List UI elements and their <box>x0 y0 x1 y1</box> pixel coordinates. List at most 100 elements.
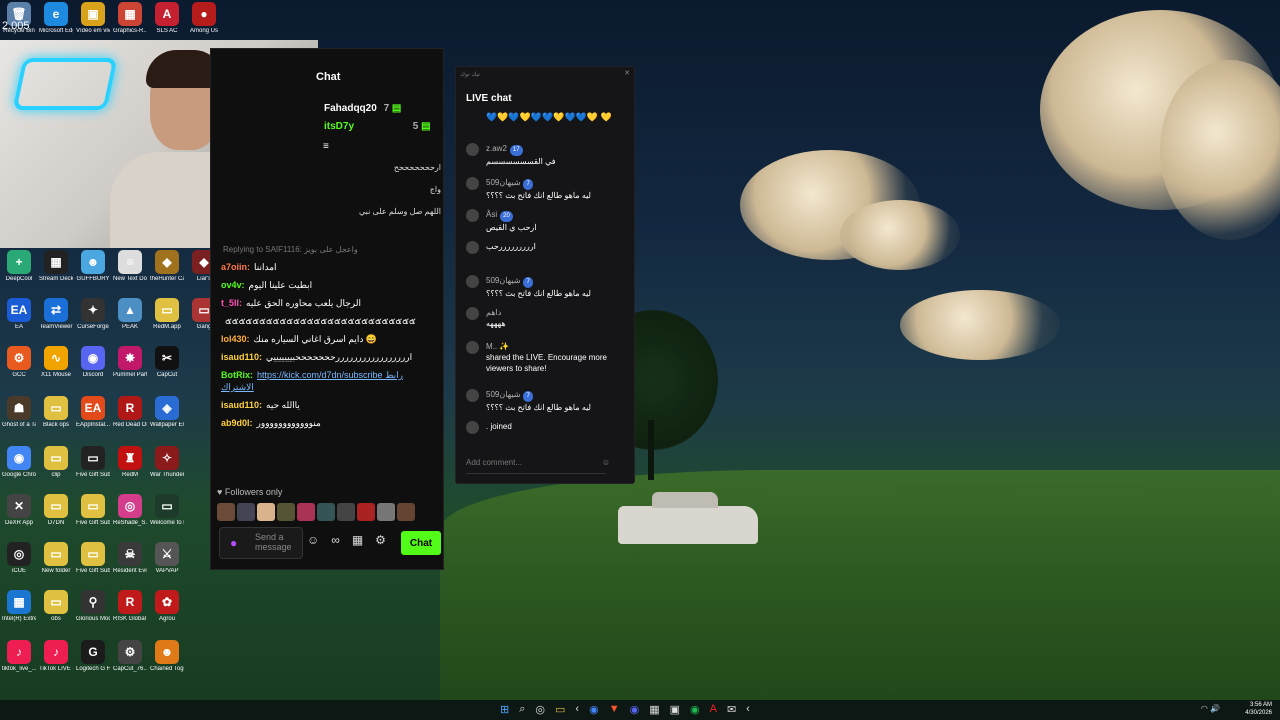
desktop-icon[interactable]: ◎ iCUE <box>2 542 36 575</box>
desktop-icon[interactable]: ◉ Discord <box>76 346 110 379</box>
chat-username[interactable]: lol430: <box>221 334 250 344</box>
filter-icon[interactable]: ≡ <box>323 141 329 152</box>
emoji-icon[interactable]: ☺ <box>602 453 610 473</box>
desktop-icon[interactable]: G Logitech G HUB <box>76 640 110 673</box>
desktop-icon[interactable]: ◈ Wallpaper Engine <box>150 396 184 429</box>
avatar[interactable] <box>397 503 415 521</box>
avatar[interactable] <box>466 307 479 320</box>
kick-message-input[interactable]: ● Send a message <box>219 527 303 559</box>
avatar[interactable] <box>466 241 479 254</box>
desktop-icon[interactable]: ✦ CurseForge <box>76 298 110 331</box>
avatar[interactable] <box>357 503 375 521</box>
desktop-icon[interactable]: ▭ RedM.app <box>150 298 184 331</box>
taskview-icon[interactable]: ▣ <box>670 703 680 716</box>
desktop-icon[interactable]: ✕ DeXR App <box>2 494 36 527</box>
desktop-icon[interactable]: ✧ War Thunder <box>150 446 184 479</box>
avatar[interactable] <box>297 503 315 521</box>
chat-username[interactable]: a7oiin: <box>221 262 250 272</box>
avatar[interactable] <box>377 503 395 521</box>
avatar[interactable] <box>466 341 479 354</box>
avatar[interactable] <box>317 503 335 521</box>
desktop-icon[interactable]: ☻ GUFFBURY <box>76 250 110 283</box>
adobe-icon[interactable]: A <box>710 703 717 716</box>
chat-username[interactable]: M.. ✨ <box>486 342 509 351</box>
avatar[interactable] <box>337 503 355 521</box>
desktop-icon[interactable]: ⚙ CapCut_76... <box>113 640 147 673</box>
desktop-icon[interactable]: ▭ obs <box>39 590 73 623</box>
avatar[interactable] <box>466 275 479 288</box>
chat-username[interactable]: ov4v: <box>221 280 245 290</box>
taskbar-clock[interactable]: 3:56 AM 4/30/2026 <box>1245 701 1272 717</box>
chat-username[interactable]: z.aw2 <box>486 144 507 153</box>
desktop-icon[interactable]: ∿ X11 Mouse <box>39 346 73 379</box>
desktop-icon[interactable]: A SLS AC <box>150 2 184 35</box>
desktop-icon[interactable]: ▦ Intel(R) Extre... <box>2 590 36 623</box>
avatar[interactable] <box>217 503 235 521</box>
desktop-icon[interactable]: R Red Dead Online <box>113 396 147 429</box>
microphone-icon[interactable]: ● <box>230 536 237 550</box>
desktop-icon[interactable]: ▭ D7DN <box>39 494 73 527</box>
chat-username[interactable]: داهم <box>486 308 501 317</box>
search-icon[interactable]: ⌕ <box>519 703 525 716</box>
desktop-icon[interactable]: ● Among Us <box>187 2 221 35</box>
close-icon[interactable]: ✕ <box>624 69 630 77</box>
desktop-icon[interactable]: ♪ tiktok_live_... <box>2 640 36 673</box>
desktop-icon[interactable]: ◆ theHunter Call of t... <box>150 250 184 283</box>
send-chat-button[interactable]: Chat <box>401 531 441 555</box>
desktop-icon[interactable]: ▭ Black ops <box>39 396 73 429</box>
desktop-icon[interactable]: ⚙ GCC <box>2 346 36 379</box>
volume-icon[interactable]: 🔊 <box>1210 704 1220 713</box>
desktop-icon[interactable]: ◎ ReShade_S... <box>113 494 147 527</box>
emote-icon[interactable]: ☺ <box>307 533 319 547</box>
avatar[interactable] <box>466 177 479 190</box>
desktop-icon[interactable]: ▣ Vídeo em vivo <box>76 2 110 35</box>
arrow2-icon[interactable]: ‹ <box>746 703 750 716</box>
desktop-icon[interactable]: R RISK Global Domination <box>113 590 147 623</box>
add-comment-input[interactable]: Add comment... ☺ <box>466 453 610 474</box>
desktop-icon[interactable]: ☻ Chained Together <box>150 640 184 673</box>
file-explorer-icon[interactable]: ▭ <box>555 703 565 716</box>
windows-logo-icon[interactable]: ⊞ <box>500 703 509 716</box>
avatar[interactable] <box>466 143 479 156</box>
desktop-icon[interactable]: ◉ Google Chrome <box>2 446 36 479</box>
avatar[interactable] <box>277 503 295 521</box>
brave-icon[interactable]: ▼ <box>609 703 620 716</box>
desktop-icon[interactable]: ▭ Five Gift Subs-2025 <box>76 542 110 575</box>
desktop-icon[interactable]: ☗ Ghost of a Tale <box>2 396 36 429</box>
avatar[interactable] <box>257 503 275 521</box>
desktop-icon[interactable]: ▦ Stream Deck <box>39 250 73 283</box>
infinity-icon[interactable]: ∞ <box>331 533 340 547</box>
desktop-icon[interactable]: + DeepCool <box>2 250 36 283</box>
desktop-icon[interactable]: ✂ CapCut <box>150 346 184 379</box>
copilot-icon[interactable]: ◎ <box>535 703 545 716</box>
desktop-icon[interactable]: ≡ New Text Document <box>113 250 147 283</box>
desktop-icon[interactable]: ▭ clip <box>39 446 73 479</box>
spotify-icon[interactable]: ◉ <box>690 703 700 716</box>
avatar[interactable] <box>466 209 479 222</box>
discord-icon[interactable]: ◉ <box>630 703 640 716</box>
chat-username[interactable]: ab9d0l: <box>221 418 253 428</box>
mail-icon[interactable]: ✉ <box>727 703 736 716</box>
chat-username[interactable]: شيهان509 <box>486 390 520 399</box>
store-icon[interactable]: ▦ <box>352 533 363 547</box>
desktop-icon[interactable]: ♪ TikTok LIVE Studio <box>39 640 73 673</box>
avatar[interactable] <box>466 389 479 402</box>
chat-username[interactable]: isaud110: <box>221 352 262 362</box>
avatar[interactable] <box>237 503 255 521</box>
chat-username[interactable]: Âsi <box>486 210 497 219</box>
desktop-icon[interactable]: ✸ Pummel Party <box>113 346 147 379</box>
desktop-icon[interactable]: ☠ Resident Evil Requiem <box>113 542 147 575</box>
desktop-icon[interactable]: ▭ New folder <box>39 542 73 575</box>
chrome-icon[interactable]: ◉ <box>589 703 599 716</box>
desktop-icon[interactable]: EA EA <box>2 298 36 331</box>
chat-username[interactable]: isaud110: <box>221 400 262 410</box>
desktop-icon[interactable]: ♜ RedM <box>113 446 147 479</box>
desktop-icon[interactable]: EA EAppInstal... <box>76 396 110 429</box>
chat-username[interactable]: شيهان509 <box>486 178 520 187</box>
desktop-icon[interactable]: ▲ PEAK <box>113 298 147 331</box>
avatar[interactable] <box>466 421 479 434</box>
game-icon[interactable]: ▦ <box>649 703 659 716</box>
desktop-icon[interactable]: ▭ Five Gift Subs <box>76 494 110 527</box>
desktop-icon[interactable]: ✿ Agrou <box>150 590 184 623</box>
desktop-icon[interactable]: ▭ Five Gift Subs (1) <box>76 446 110 479</box>
